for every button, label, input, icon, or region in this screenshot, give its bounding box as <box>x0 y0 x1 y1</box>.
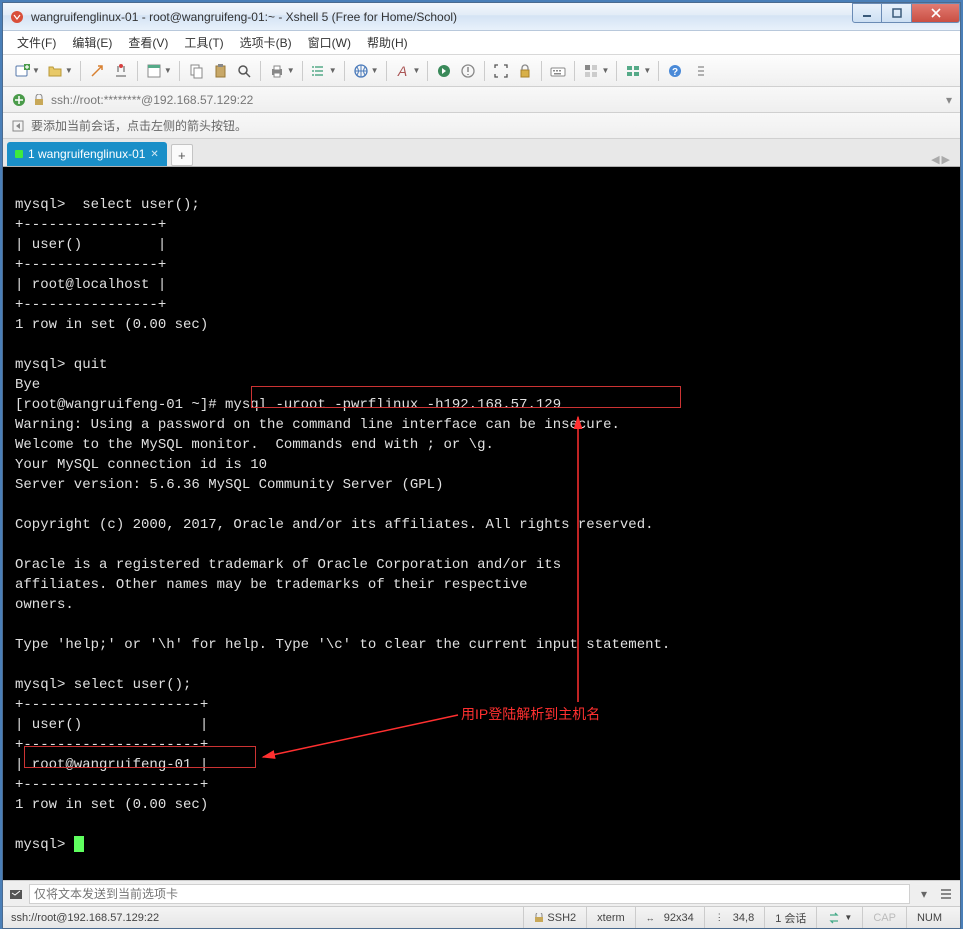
separator <box>137 61 138 81</box>
menu-tools[interactable]: 工具(T) <box>178 32 229 53</box>
disconnect-icon[interactable] <box>110 60 132 82</box>
add-tab-button[interactable]: + <box>171 144 193 166</box>
address-text[interactable]: ssh://root:********@192.168.57.129:22 <box>51 93 940 107</box>
hint-icon <box>11 119 25 133</box>
separator <box>484 61 485 81</box>
lock-icon <box>33 94 45 106</box>
script-icon[interactable] <box>433 60 455 82</box>
menu-edit[interactable]: 编辑(E) <box>66 32 118 53</box>
compose-icon[interactable] <box>9 887 23 901</box>
menu-view[interactable]: 查看(V) <box>122 32 174 53</box>
print-icon[interactable] <box>266 60 288 82</box>
dropdown-icon[interactable]: ▼ <box>65 66 73 75</box>
separator <box>80 61 81 81</box>
status-sessions: 1 会话 <box>764 907 816 928</box>
status-num: NUM <box>906 907 952 928</box>
properties-icon[interactable] <box>143 60 165 82</box>
tab-label: 1 wangruifenglinux-01 <box>28 147 145 161</box>
cursor <box>74 836 84 852</box>
clear-icon[interactable] <box>457 60 479 82</box>
address-dropdown-icon[interactable]: ▾ <box>946 93 952 107</box>
separator <box>616 61 617 81</box>
app-icon <box>9 9 25 25</box>
keyboard-icon[interactable] <box>547 60 569 82</box>
help-icon[interactable]: ? <box>664 60 686 82</box>
menu-file[interactable]: 文件(F) <box>11 32 62 53</box>
status-sync-icon[interactable]: ▼ <box>816 907 862 928</box>
separator <box>344 61 345 81</box>
address-plus-icon[interactable] <box>11 92 27 108</box>
dropdown-icon[interactable]: ▼ <box>413 66 421 75</box>
dropdown-icon[interactable]: ▼ <box>329 66 337 75</box>
dropdown-icon[interactable]: ▼ <box>32 66 40 75</box>
search-icon[interactable] <box>233 60 255 82</box>
font-icon[interactable]: A <box>392 60 414 82</box>
terminal-output: mysql> select user(); +----------------+… <box>15 197 670 853</box>
separator <box>386 61 387 81</box>
separator <box>658 61 659 81</box>
fullscreen-icon[interactable] <box>490 60 512 82</box>
separator <box>574 61 575 81</box>
minimize-button[interactable] <box>852 3 882 23</box>
addressbar: ssh://root:********@192.168.57.129:22 ▾ <box>3 87 960 113</box>
separator <box>179 61 180 81</box>
menu-tabs[interactable]: 选项卡(B) <box>234 32 298 53</box>
layout-icon[interactable] <box>580 60 602 82</box>
terminal[interactable]: mysql> select user(); +----------------+… <box>3 167 960 880</box>
tabbar: 1 wangruifenglinux-01 ✕ + ◀ ▶ <box>3 139 960 167</box>
titlebar[interactable]: wangruifenglinux-01 - root@wangruifeng-0… <box>3 3 960 31</box>
window-title: wangruifenglinux-01 - root@wangruifeng-0… <box>31 10 852 24</box>
dropdown-icon[interactable]: ▼ <box>371 66 379 75</box>
svg-text:?: ? <box>672 67 678 78</box>
transfer-icon[interactable] <box>308 60 330 82</box>
toolbar: ▼ ▼ ▼ ▼ ▼ ▼ A▼ ▼ ▼ ? <box>3 55 960 87</box>
separator <box>427 61 428 81</box>
close-button[interactable] <box>912 3 960 23</box>
menu-help[interactable]: 帮助(H) <box>361 32 414 53</box>
tab-nav: ◀ ▶ <box>925 153 956 166</box>
status-size: ↔ 92x34 <box>635 907 704 928</box>
dropdown-icon[interactable]: ▼ <box>643 66 651 75</box>
compose-menu-icon[interactable] <box>938 886 954 902</box>
app-window: wangruifenglinux-01 - root@wangruifeng-0… <box>2 2 961 929</box>
status-ssh: SSH2 <box>523 907 586 928</box>
hint-bar: 要添加当前会话，点击左侧的箭头按钮。 <box>3 113 960 139</box>
annotation-label: 用IP登陆解析到主机名 <box>461 704 600 724</box>
reconnect-icon[interactable] <box>86 60 108 82</box>
menu-window[interactable]: 窗口(W) <box>302 32 357 53</box>
hint-text: 要添加当前会话，点击左侧的箭头按钮。 <box>31 117 247 134</box>
compose-dropdown-icon[interactable]: ▾ <box>916 886 932 902</box>
status-connection: ssh://root@192.168.57.129:22 <box>11 912 523 924</box>
tab-prev-icon[interactable]: ◀ <box>931 153 939 166</box>
compose-input[interactable] <box>29 884 910 904</box>
compose-bar: ▾ <box>3 880 960 906</box>
tab-close-icon[interactable]: ✕ <box>150 149 158 160</box>
tile-icon[interactable] <box>622 60 644 82</box>
open-icon[interactable] <box>44 60 66 82</box>
tab-next-icon[interactable]: ▶ <box>942 153 950 166</box>
dropdown-icon[interactable]: ▼ <box>287 66 295 75</box>
maximize-button[interactable] <box>882 3 912 23</box>
copy-icon[interactable] <box>185 60 207 82</box>
menubar: 文件(F) 编辑(E) 查看(V) 工具(T) 选项卡(B) 窗口(W) 帮助(… <box>3 31 960 55</box>
new-session-icon[interactable] <box>11 60 33 82</box>
separator <box>302 61 303 81</box>
globe-icon[interactable] <box>350 60 372 82</box>
status-cap: CAP <box>862 907 906 928</box>
lock-icon[interactable] <box>514 60 536 82</box>
separator <box>260 61 261 81</box>
dropdown-icon[interactable]: ▼ <box>601 66 609 75</box>
session-tab[interactable]: 1 wangruifenglinux-01 ✕ <box>7 142 167 166</box>
dropdown-icon[interactable]: ▼ <box>164 66 172 75</box>
statusbar: ssh://root@192.168.57.129:22 SSH2 xterm … <box>3 906 960 928</box>
window-controls <box>852 3 960 30</box>
status-pos: ⋮ 34,8 <box>704 907 764 928</box>
status-dot-icon <box>15 150 23 158</box>
paste-icon[interactable] <box>209 60 231 82</box>
separator <box>541 61 542 81</box>
status-term: xterm <box>586 907 635 928</box>
toolbar-menu-icon[interactable] <box>690 60 712 82</box>
